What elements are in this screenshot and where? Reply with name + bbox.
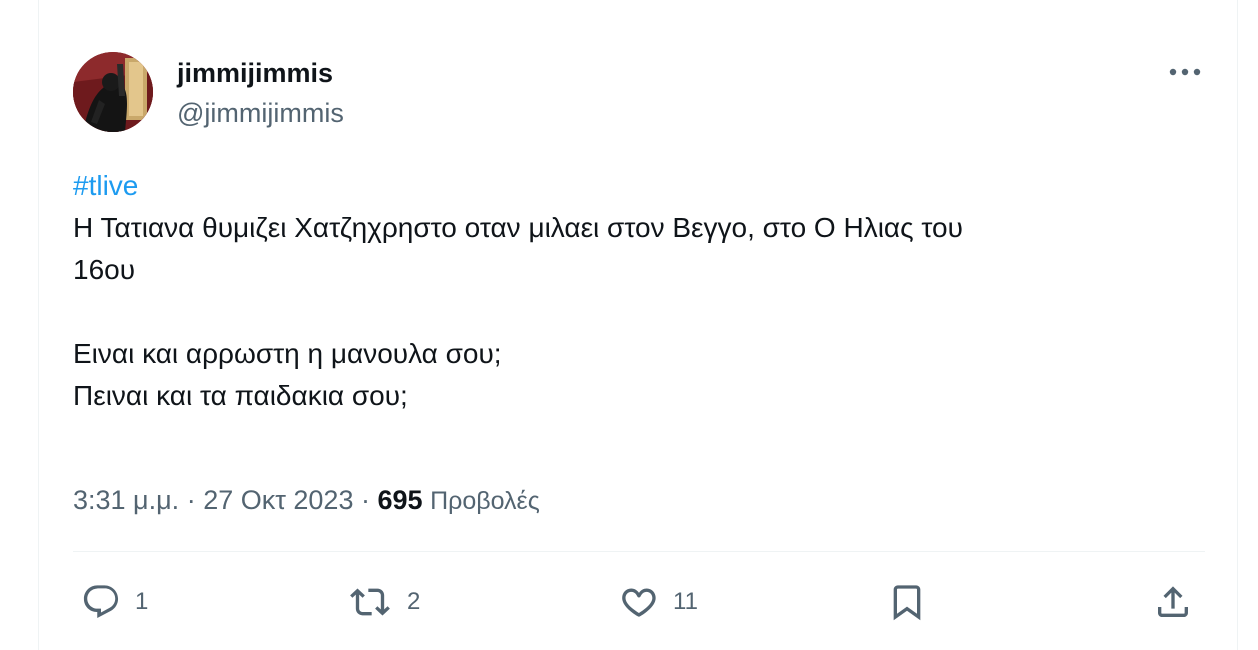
bookmark-icon [893, 585, 921, 621]
reply-count: 1 [135, 588, 149, 615]
more-options-button[interactable] [1163, 56, 1207, 88]
share-button[interactable] [1153, 575, 1193, 629]
reply-icon [83, 585, 119, 618]
more-horizontal-icon [1169, 68, 1201, 76]
page: jimmijimmis @jimmijimmis #tlive Η Τατιαν… [0, 0, 1258, 650]
like-count: 11 [673, 588, 698, 615]
views-count: 695 [377, 485, 423, 515]
heart-icon [622, 588, 656, 617]
reply-button[interactable]: 1 [81, 575, 148, 629]
tweet-line: Ειναι και αρρωστη η μανουλα σου; [73, 338, 502, 369]
user-handle[interactable]: @jimmijimmis [177, 97, 344, 129]
tweet-line: Πειναι και τα παιδακια σου; [73, 380, 408, 411]
retweet-count: 2 [407, 588, 421, 615]
action-bar: 1 2 11 [39, 575, 1239, 629]
avatar[interactable] [73, 52, 153, 132]
like-button[interactable]: 11 [619, 575, 698, 629]
divider [73, 551, 1205, 552]
tweet-card: jimmijimmis @jimmijimmis #tlive Η Τατιαν… [38, 0, 1238, 650]
tweet-meta: 3:31 μ.μ. · 27 Οκτ 2023 · 695 Προβολές [73, 483, 540, 518]
avatar-image [73, 52, 153, 132]
share-icon [1158, 586, 1188, 617]
tweet-text: #tlive Η Τατιανα θυμιζει Χατζηχρηστο οτα… [73, 165, 1203, 417]
retweet-button[interactable]: 2 [347, 575, 420, 629]
tweet-date[interactable]: 27 Οκτ 2023 [203, 485, 353, 515]
tweet-line: Η Τατιανα θυμιζει Χατζηχρηστο οταν μιλαε… [73, 212, 963, 243]
hashtag-link[interactable]: #tlive [73, 165, 1203, 207]
tweet-line: 16ου [73, 254, 136, 285]
tweet-time[interactable]: 3:31 μ.μ. [73, 485, 179, 515]
bookmark-button[interactable] [887, 575, 927, 629]
display-name[interactable]: jimmijimmis [177, 57, 333, 89]
meta-separator: · [360, 485, 378, 515]
views-label: Προβολές [430, 487, 540, 515]
retweet-icon [350, 588, 390, 616]
meta-separator: · [186, 485, 204, 515]
